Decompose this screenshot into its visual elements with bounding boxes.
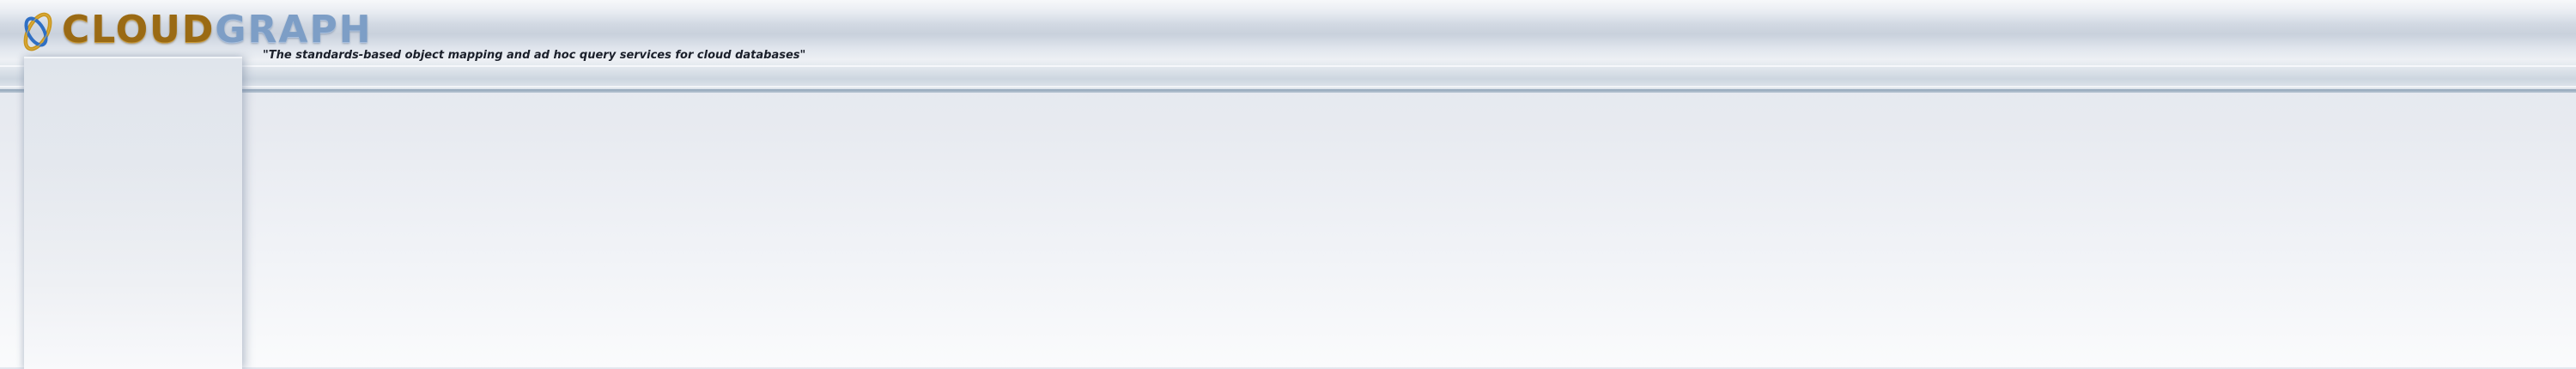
left-sidebar-panel bbox=[24, 57, 242, 369]
logo-text-graph: GRAPH bbox=[215, 8, 373, 51]
cloudgraph-logo-icon bbox=[23, 12, 52, 51]
logo-text-cloud: CLOUD bbox=[62, 8, 216, 51]
header-divider bbox=[0, 65, 2576, 67]
logo-wordmark: CLOUDGRAPH bbox=[62, 11, 373, 49]
header-divider bbox=[0, 86, 2576, 88]
site-header: CLOUDGRAPH "The standards-based object m… bbox=[0, 0, 2576, 93]
tagline: "The standards-based object mapping and … bbox=[263, 49, 806, 62]
header-bottom-rule bbox=[0, 89, 2576, 93]
